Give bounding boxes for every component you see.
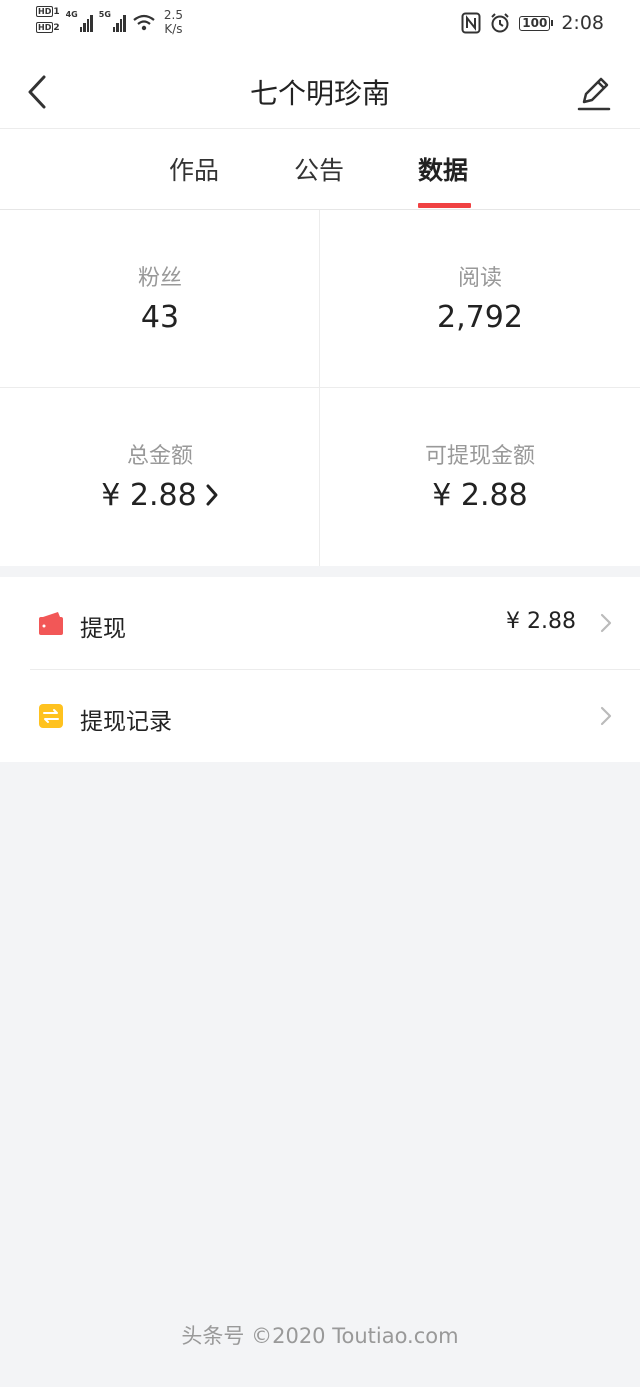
withdraw-label: 提现 [80,616,126,642]
fans-value: 43 [140,300,180,335]
list-item-withdraw[interactable]: 提现 ¥ 2.88 [0,577,640,670]
header: 七个明珍南 [0,48,640,129]
hd-indicators: HD 1 HD 2 [36,6,60,34]
status-bar-right: 100 2:08 [461,12,604,34]
list-item-withdraw-records[interactable]: 提现记录 [0,670,640,762]
withdrawable-value: ¥ 2.88 [432,478,528,513]
withdraw-records-label: 提现记录 [80,709,172,735]
network-speed: 2.5 K/s [163,8,183,36]
active-tab-indicator [418,203,471,208]
status-bar-left: HD 1 HD 2 4G 5G 2.5 K/s [36,6,183,36]
edit-button[interactable] [576,74,612,112]
fans-label: 粉丝 [137,266,182,291]
signal-4g-icon: 4G [66,10,93,32]
grid-divider-vertical [319,210,320,566]
chevron-right-icon [206,484,218,505]
record-icon [39,704,63,728]
withdrawable-stat: 可提现金额 ¥ 2.88 [320,388,640,566]
wifi-icon [133,14,155,31]
clock: 2:08 [561,12,604,34]
pencil-icon [577,77,611,111]
tab-data[interactable]: 数据 [418,151,468,187]
hd-indicator-2: HD 2 [36,22,60,33]
reads-value: 2,792 [437,300,523,335]
tab-works[interactable]: 作品 [169,151,219,187]
tab-announcements[interactable]: 公告 [294,151,344,187]
reads-label: 阅读 [457,266,502,291]
grid-divider-horizontal [0,387,640,388]
footer-copyright: 头条号 ©2020 Toutiao.com [181,1324,459,1348]
wallet-icon [39,612,63,635]
withdraw-amount: ¥ 2.88 [506,609,576,634]
fans-stat: 粉丝 43 [0,210,320,388]
battery-icon: 100 [519,15,554,31]
signal-5g-icon: 5G [99,10,126,32]
withdrawable-label: 可提现金额 [424,444,535,469]
page-title: 七个明珍南 [249,77,390,110]
status-bar: HD 1 HD 2 4G 5G 2.5 K/s 100 2:08 [0,0,640,48]
hd-indicator-1: HD 1 [36,6,60,17]
withdraw-list: 提现 ¥ 2.88 提现记录 [0,577,640,762]
chevron-right-icon [600,613,612,633]
reads-stat: 阅读 2,792 [320,210,640,388]
total-amount-label: 总金额 [126,444,193,469]
tab-bar: 作品 公告 数据 [0,129,640,210]
nfc-icon [461,12,481,34]
stats-grid: 粉丝 43 阅读 2,792 总金额 ¥ 2.88 可提现金额 ¥ 2.88 [0,210,640,566]
total-amount-value: ¥ 2.88 [0,478,320,513]
chevron-right-icon [600,706,612,726]
alarm-icon [491,13,509,33]
total-amount-stat[interactable]: 总金额 ¥ 2.88 [0,388,320,566]
